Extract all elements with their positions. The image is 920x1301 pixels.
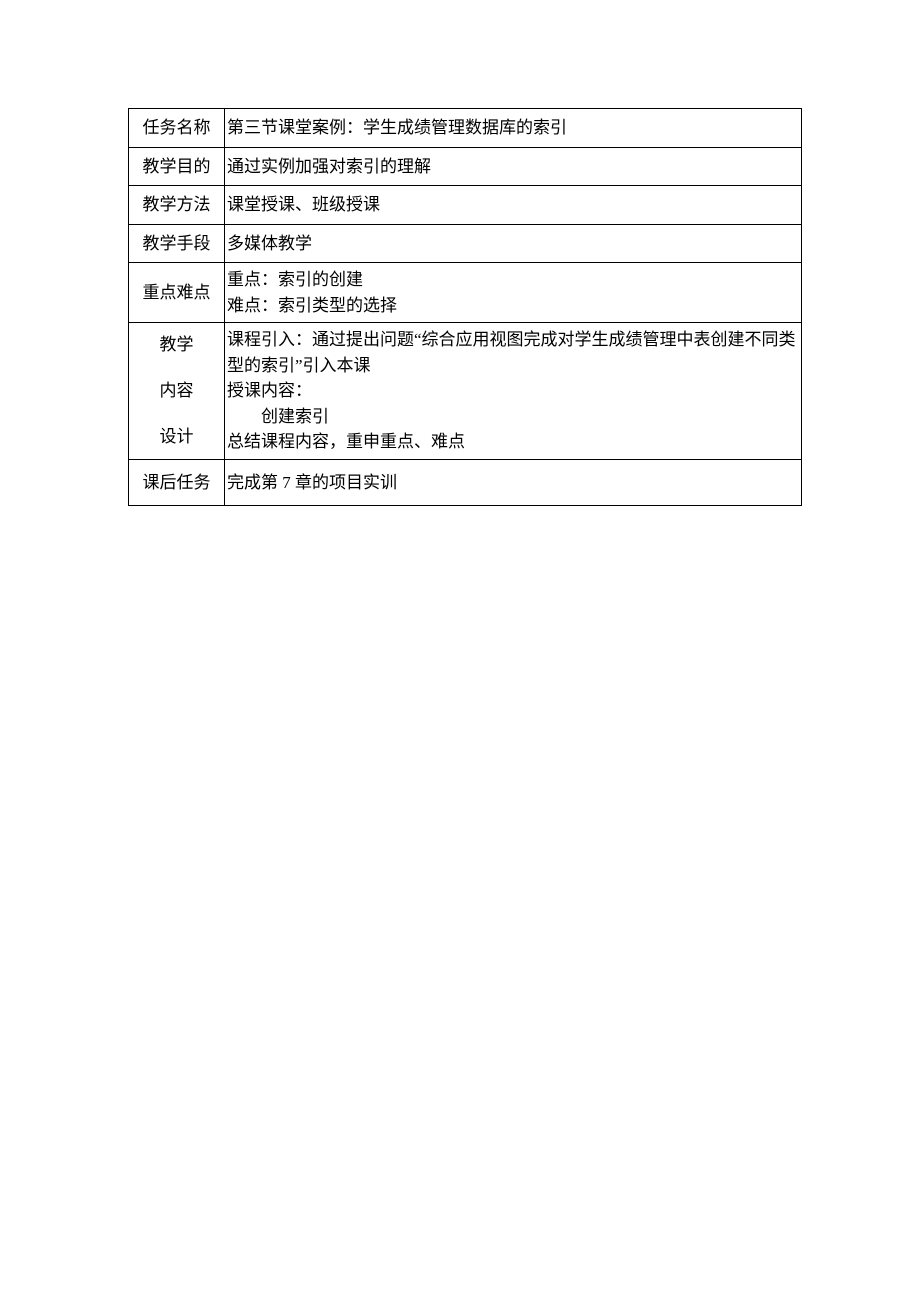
value-homework: 完成第 7 章的项目实训 bbox=[225, 459, 802, 506]
row-key-points: 重点难点 重点：索引的创建 难点：索引类型的选择 bbox=[129, 263, 802, 323]
label-key-points: 重点难点 bbox=[129, 263, 225, 323]
design-summary: 总结课程内容，重申重点、难点 bbox=[227, 429, 797, 455]
label-design-2: 内容 bbox=[133, 378, 220, 404]
label-teaching-goal: 教学目的 bbox=[129, 147, 225, 186]
value-teaching-goal: 通过实例加强对索引的理解 bbox=[225, 147, 802, 186]
row-homework: 课后任务 完成第 7 章的项目实训 bbox=[129, 459, 802, 506]
row-teaching-method: 教学方法 课堂授课、班级授课 bbox=[129, 186, 802, 225]
key-points-line2: 难点：索引类型的选择 bbox=[227, 293, 797, 319]
label-task-name: 任务名称 bbox=[129, 109, 225, 148]
document-page: 任务名称 第三节课堂案例：学生成绩管理数据库的索引 教学目的 通过实例加强对索引… bbox=[0, 0, 920, 506]
design-content-title: 授课内容： bbox=[227, 378, 797, 404]
value-teaching-method: 课堂授课、班级授课 bbox=[225, 186, 802, 225]
design-intro: 课程引入：通过提出问题“综合应用视图完成对学生成绩管理中表创建不同类型的索引”引… bbox=[227, 327, 797, 378]
row-teaching-means: 教学手段 多媒体教学 bbox=[129, 224, 802, 263]
value-key-points: 重点：索引的创建 难点：索引类型的选择 bbox=[225, 263, 802, 323]
row-task-name: 任务名称 第三节课堂案例：学生成绩管理数据库的索引 bbox=[129, 109, 802, 148]
label-design-3: 设计 bbox=[133, 424, 220, 450]
value-teaching-means: 多媒体教学 bbox=[225, 224, 802, 263]
label-design: 教学 内容 设计 bbox=[129, 323, 225, 460]
label-homework: 课后任务 bbox=[129, 459, 225, 506]
label-design-1: 教学 bbox=[133, 332, 220, 358]
label-teaching-method: 教学方法 bbox=[129, 186, 225, 225]
label-teaching-means: 教学手段 bbox=[129, 224, 225, 263]
row-design: 教学 内容 设计 课程引入：通过提出问题“综合应用视图完成对学生成绩管理中表创建… bbox=[129, 323, 802, 460]
value-task-name: 第三节课堂案例：学生成绩管理数据库的索引 bbox=[225, 109, 802, 148]
value-design: 课程引入：通过提出问题“综合应用视图完成对学生成绩管理中表创建不同类型的索引”引… bbox=[225, 323, 802, 460]
row-teaching-goal: 教学目的 通过实例加强对索引的理解 bbox=[129, 147, 802, 186]
key-points-line1: 重点：索引的创建 bbox=[227, 267, 797, 293]
design-content-item: 创建索引 bbox=[227, 404, 797, 430]
lesson-plan-table: 任务名称 第三节课堂案例：学生成绩管理数据库的索引 教学目的 通过实例加强对索引… bbox=[128, 108, 802, 506]
